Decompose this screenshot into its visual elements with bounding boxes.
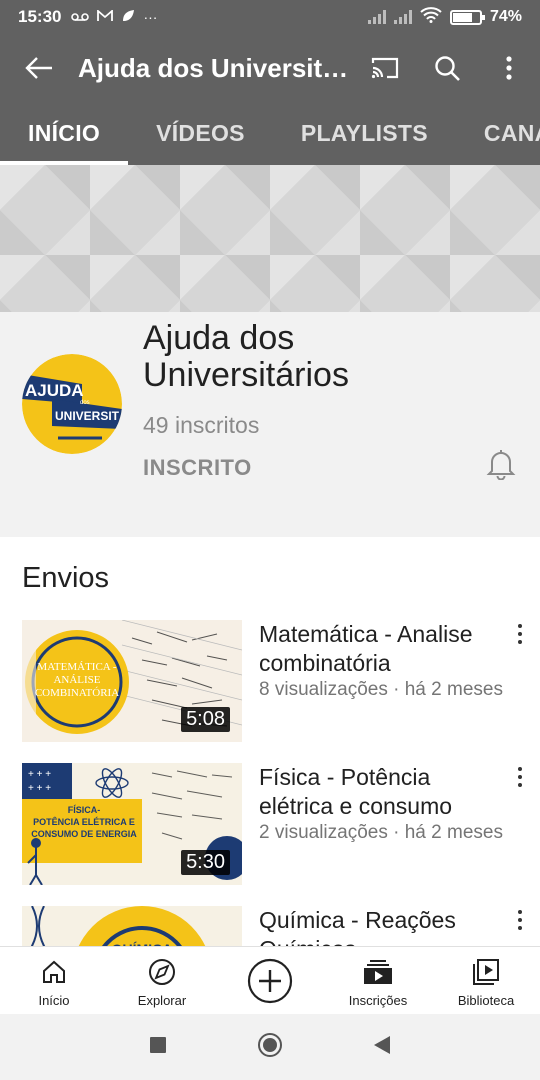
status-bar: 15:30 ··· 74% bbox=[0, 0, 540, 34]
subscriptions-icon bbox=[363, 957, 393, 987]
nav-biblioteca[interactable]: Biblioteca bbox=[432, 947, 540, 1014]
status-time: 15:30 bbox=[18, 7, 62, 26]
nav-inscricoes[interactable]: Inscrições bbox=[324, 947, 432, 1014]
back-arrow-icon[interactable] bbox=[0, 56, 78, 80]
tab-videos[interactable]: VÍDEOS bbox=[128, 102, 273, 165]
home-button-icon[interactable] bbox=[257, 1032, 283, 1063]
thumb-text: ANÁLISE bbox=[53, 674, 100, 686]
more-vert-icon[interactable] bbox=[512, 767, 528, 789]
signal-icon bbox=[393, 10, 412, 24]
tab-inicio[interactable]: INÍCIO bbox=[0, 102, 129, 165]
video-thumbnail[interactable]: + + + + + + FÍSICA- POTÊNCIA ELÉTRICA E C… bbox=[22, 763, 242, 885]
back-icon[interactable] bbox=[373, 1035, 391, 1060]
signal-icon bbox=[367, 10, 386, 24]
avatar-text-dos: dos bbox=[80, 400, 90, 406]
voicemail-icon bbox=[71, 9, 90, 25]
thumb-text: CONSUMO DE ENERGIA bbox=[31, 829, 137, 839]
video-title[interactable]: Física - Potência elétrica e consumo bbox=[259, 763, 509, 821]
nav-label: Explorar bbox=[137, 993, 187, 1008]
recents-icon[interactable] bbox=[149, 1036, 167, 1059]
list-item[interactable]: MATEMÁTICA - ANÁLISE COMBINATÓRIA 5:08 M… bbox=[0, 620, 540, 744]
video-duration: 5:30 bbox=[181, 850, 230, 875]
avatar-text-ajuda: AJUDA bbox=[25, 381, 84, 400]
thumb-text: FÍSICA- bbox=[68, 805, 101, 815]
channel-title: Ajuda dos Universit… bbox=[78, 52, 349, 83]
tab-canais[interactable]: CANA bbox=[456, 102, 540, 165]
compass-icon bbox=[148, 957, 176, 987]
nav-label: Inscrições bbox=[348, 993, 408, 1008]
system-navigation bbox=[0, 1014, 540, 1080]
more-icon: ··· bbox=[143, 9, 158, 25]
channel-header: AJUDA dos UNIVERSITÁR Ajuda dos Universi… bbox=[0, 312, 540, 537]
channel-tabs: INÍCIO VÍDEOS PLAYLISTS CANA bbox=[0, 102, 540, 165]
svg-text:+ + +: + + + bbox=[28, 769, 51, 780]
search-icon[interactable] bbox=[416, 55, 478, 81]
video-duration: 5:08 bbox=[181, 707, 230, 732]
nav-label: Início bbox=[38, 993, 70, 1008]
nav-explorar[interactable]: Explorar bbox=[108, 947, 216, 1014]
battery-icon bbox=[449, 9, 485, 25]
video-title[interactable]: Matemática - Analise combinatória bbox=[259, 620, 509, 678]
battery-percent: 74% bbox=[489, 8, 522, 25]
wifi-icon bbox=[420, 6, 442, 28]
library-icon bbox=[472, 957, 500, 987]
create-icon bbox=[247, 958, 293, 1004]
more-vert-icon[interactable] bbox=[512, 910, 528, 932]
svg-text:+ + +: + + + bbox=[28, 783, 51, 794]
video-meta: 2 visualizações · há 2 meses bbox=[259, 822, 503, 843]
gmail-icon bbox=[97, 9, 114, 25]
channel-banner bbox=[0, 165, 540, 312]
subscribed-button[interactable]: INSCRITO bbox=[143, 455, 252, 481]
tab-playlists[interactable]: PLAYLISTS bbox=[273, 102, 456, 165]
avatar[interactable]: AJUDA dos UNIVERSITÁR bbox=[22, 354, 122, 454]
video-title[interactable]: Química - Reações Químicas bbox=[259, 906, 509, 946]
list-item[interactable]: QUÍMICA Química - Reações Químicas bbox=[0, 906, 540, 946]
more-vert-icon[interactable] bbox=[478, 56, 540, 80]
more-vert-icon[interactable] bbox=[512, 624, 528, 646]
cast-icon[interactable] bbox=[354, 56, 416, 80]
bell-icon[interactable] bbox=[486, 448, 516, 485]
video-thumbnail[interactable]: QUÍMICA bbox=[22, 906, 242, 946]
app-bar: Ajuda dos Universit… bbox=[0, 34, 540, 102]
video-meta: 8 visualizações · há 2 meses bbox=[259, 679, 503, 700]
nav-label: Biblioteca bbox=[457, 993, 515, 1008]
video-thumbnail[interactable]: MATEMÁTICA - ANÁLISE COMBINATÓRIA 5:08 bbox=[22, 620, 242, 742]
nav-create[interactable] bbox=[216, 947, 324, 1014]
nav-inicio[interactable]: Início bbox=[0, 947, 108, 1014]
avatar-text-universitar: UNIVERSITÁR bbox=[55, 408, 122, 423]
list-item[interactable]: + + + + + + FÍSICA- POTÊNCIA ELÉTRICA E C… bbox=[0, 763, 540, 887]
leaf-icon bbox=[121, 9, 135, 26]
thumb-text: COMBINATÓRIA bbox=[35, 687, 119, 699]
home-icon bbox=[41, 957, 67, 987]
thumb-text: MATEMÁTICA - bbox=[37, 661, 116, 673]
section-title: Envios bbox=[22, 562, 110, 594]
subscriber-count: 49 inscritos bbox=[143, 412, 260, 438]
thumb-text: POTÊNCIA ELÉTRICA E bbox=[33, 816, 135, 827]
bottom-navigation: Início Explorar Inscrições Biblioteca bbox=[0, 946, 540, 1014]
channel-name: Ajuda dos Universitários bbox=[143, 319, 349, 395]
